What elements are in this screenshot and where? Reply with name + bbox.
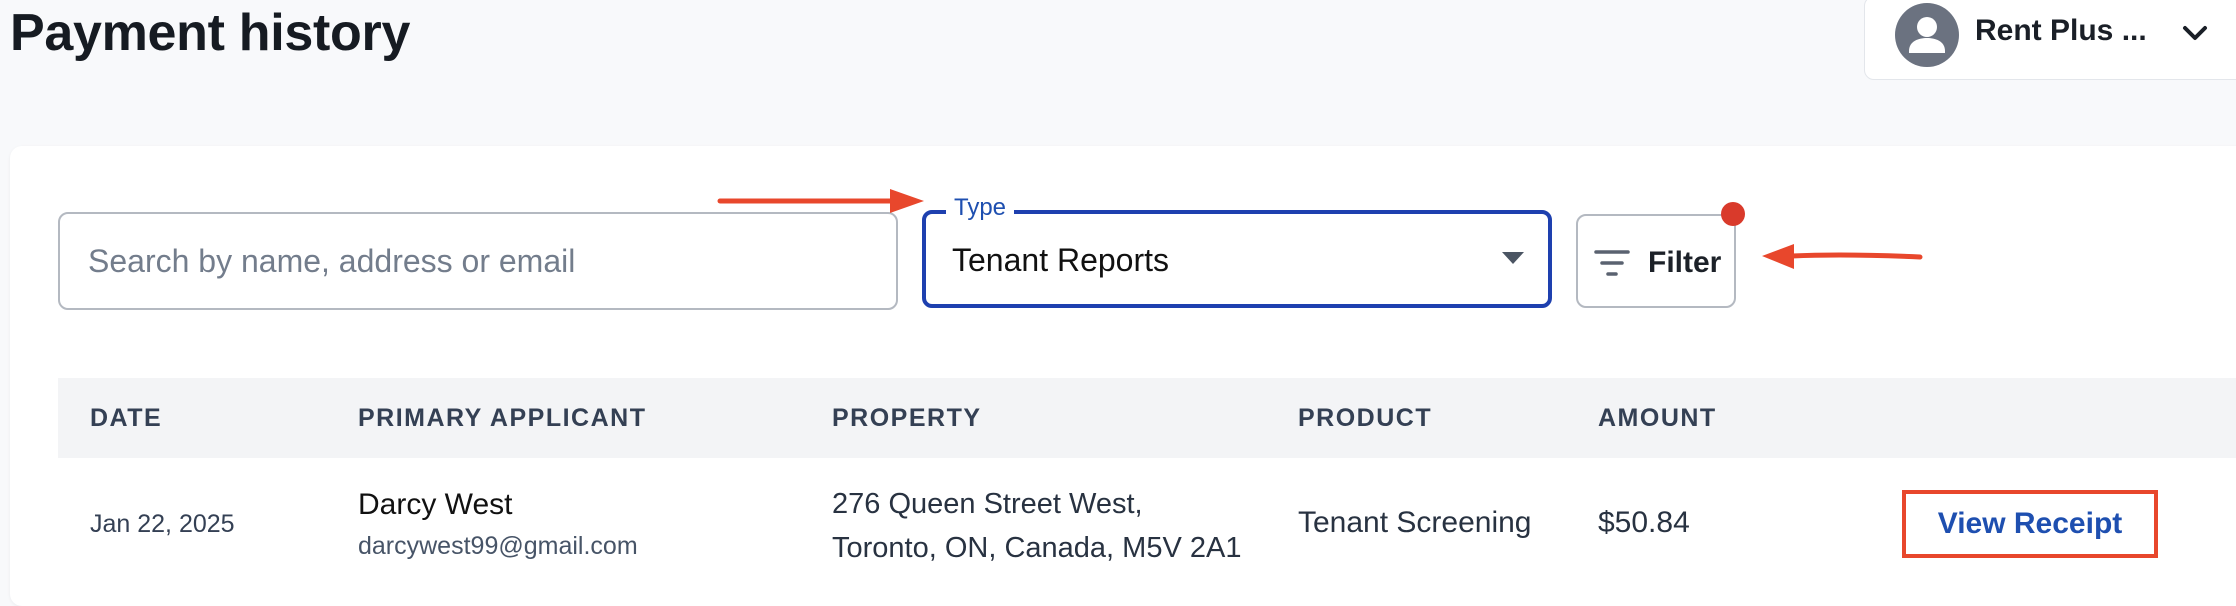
account-switcher[interactable]: Rent Plus ...	[1864, 0, 2236, 80]
search-input[interactable]	[86, 241, 870, 281]
column-header-property: PROPERTY	[832, 404, 982, 432]
applicant-name: Darcy West	[358, 488, 513, 521]
account-name: Rent Plus ...	[1975, 14, 2147, 47]
column-header-primary-applicant: PRIMARY APPLICANT	[358, 404, 647, 432]
property-address-line2: Toronto, ON, Canada, M5V 2A1	[832, 532, 1242, 564]
property-address-line1: 276 Queen Street West,	[832, 488, 1143, 520]
user-avatar-icon	[1895, 3, 1959, 67]
view-receipt-button[interactable]: View Receipt	[1902, 490, 2158, 558]
type-select-value: Tenant Reports	[952, 242, 1170, 278]
search-field[interactable]	[58, 212, 898, 310]
filter-lines-icon	[1592, 246, 1632, 285]
column-header-date: DATE	[90, 404, 163, 432]
annotation-arrow-type	[717, 189, 924, 213]
table-header: DATE PRIMARY APPLICANT PROPERTY PRODUCT …	[58, 378, 2236, 458]
row-amount: $50.84	[1598, 506, 1690, 539]
column-header-amount: AMOUNT	[1598, 404, 1717, 432]
column-header-product: PRODUCT	[1298, 404, 1433, 432]
annotation-arrow-filter	[1762, 244, 1923, 269]
table-row: Jan 22, 2025 Darcy West darcywest99@gmai…	[58, 458, 2236, 598]
row-date: Jan 22, 2025	[90, 510, 235, 538]
page-title: Payment history	[10, 4, 411, 62]
row-product: Tenant Screening	[1298, 506, 1532, 539]
filter-label: Filter	[1648, 246, 1722, 279]
filter-active-badge	[1721, 202, 1745, 226]
filter-button[interactable]: Filter	[1576, 214, 1736, 308]
caret-down-icon	[1502, 252, 1524, 264]
property-address: 276 Queen Street West, Toronto, ON, Cana…	[832, 482, 1241, 570]
type-select[interactable]: Type Tenant Reports	[922, 192, 1552, 308]
chevron-down-icon	[2179, 17, 2211, 54]
type-select-label: Type	[946, 192, 1015, 224]
applicant-email: darcywest99@gmail.com	[358, 532, 638, 560]
